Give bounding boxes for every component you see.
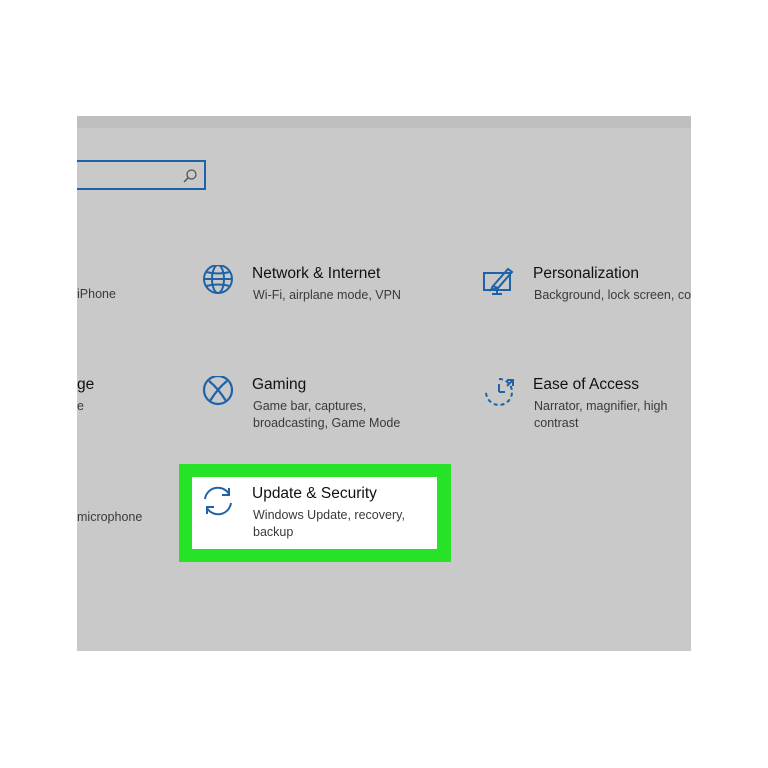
partial-tile-desc-privacy: microphone xyxy=(77,510,143,524)
tile-title: Ease of Access xyxy=(533,376,639,393)
tile-title: Update & Security xyxy=(252,485,377,502)
partial-tile-title-apps: ge xyxy=(77,376,95,393)
highlight-frame: Update & Security Windows Update, recove… xyxy=(179,464,451,562)
tile-ease-of-access[interactable]: Ease of Access Narrator, magnifier, high… xyxy=(481,376,691,446)
window-top-strip xyxy=(77,116,691,128)
tile-description: Wi-Fi, airplane mode, VPN xyxy=(253,288,401,302)
tile-description-line: Windows Update, recovery, xyxy=(253,508,405,522)
personalization-icon xyxy=(483,267,514,295)
sync-icon xyxy=(204,486,232,516)
tile-update-security-content: Update & Security Windows Update, recove… xyxy=(200,485,430,545)
ease-of-access-icon xyxy=(485,378,514,406)
tile-network-internet[interactable]: Network & Internet Wi-Fi, airplane mode,… xyxy=(200,265,430,325)
partial-tile-desc-apps: e xyxy=(77,399,84,413)
settings-window: iPhone ge e microphone Network & Interne… xyxy=(77,116,691,651)
xbox-icon xyxy=(202,376,234,406)
screenshot-canvas: iPhone ge e microphone Network & Interne… xyxy=(0,0,768,768)
search-input[interactable] xyxy=(77,160,206,190)
tile-description-line: backup xyxy=(253,525,294,539)
tile-description-line: Game bar, captures, xyxy=(253,399,367,413)
tile-description-line: Narrator, magnifier, high xyxy=(534,399,668,413)
tile-personalization[interactable]: Personalization Background, lock screen,… xyxy=(481,265,691,325)
tile-description: Narrator, magnifier, high contrast xyxy=(534,398,667,432)
search-icon[interactable] xyxy=(182,168,198,184)
tile-title: Network & Internet xyxy=(252,265,381,282)
tile-description-line: broadcasting, Game Mode xyxy=(253,416,401,430)
tile-description: Game bar, captures, broadcasting, Game M… xyxy=(253,398,400,432)
tile-title: Gaming xyxy=(252,376,307,393)
tile-gaming[interactable]: Gaming Game bar, captures, broadcasting,… xyxy=(200,376,430,446)
globe-icon xyxy=(203,265,233,294)
tile-update-security[interactable]: Update & Security Windows Update, recove… xyxy=(192,477,437,549)
tile-description: Background, lock screen, col xyxy=(534,288,691,302)
tile-title: Personalization xyxy=(533,265,639,282)
tile-description-line: contrast xyxy=(534,416,579,430)
tile-description: Windows Update, recovery, backup xyxy=(253,507,405,541)
partial-tile-desc-phone: iPhone xyxy=(77,287,116,301)
